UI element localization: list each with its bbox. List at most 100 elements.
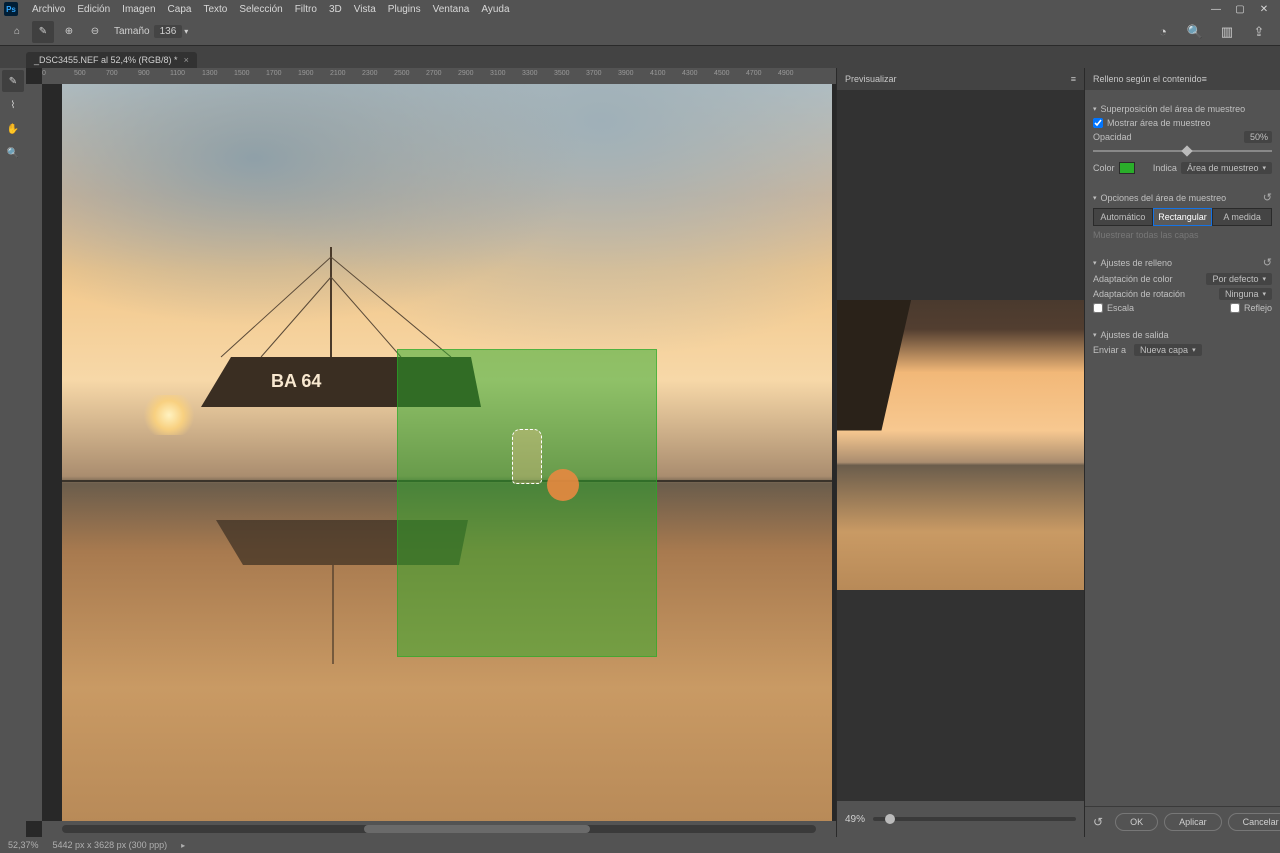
menu-bar: Ps Archivo Edición Imagen Capa Texto Sel… [0,0,1280,18]
tab-close-icon[interactable]: × [184,55,189,65]
sample-all-layers-label: Muestrear todas las capas [1093,230,1272,240]
panel-menu-icon[interactable]: ≡ [1202,74,1207,84]
menu-ayuda[interactable]: Ayuda [475,2,515,17]
svg-text:BA 64: BA 64 [271,371,321,391]
horizontal-scrollbar[interactable] [42,821,836,837]
chevron-down-icon: ▾ [1262,164,1266,172]
brush-cursor [547,469,579,501]
menu-vista[interactable]: Vista [348,2,382,17]
preview-panel-menu-icon[interactable]: ≡ [1071,74,1076,84]
ruler-horizontal: 0500700900110013001500170019002100230025… [42,68,836,84]
size-label: Tamaño [114,26,150,37]
menu-texto[interactable]: Texto [197,2,233,17]
menu-plugins[interactable]: Plugins [382,2,427,17]
panel-footer: ↺ OK Aplicar Cancelar [1085,806,1280,837]
overlay-color-swatch[interactable] [1119,162,1135,174]
sampling-rect-button[interactable]: Rectangular [1153,208,1213,226]
section-overlay[interactable]: ▾ Superposición del área de muestreo [1093,104,1272,114]
status-menu-icon[interactable]: ▸ [181,841,185,850]
sampling-custom-button[interactable]: A medida [1212,208,1272,226]
reset-sampling-icon[interactable]: ↺ [1263,191,1272,204]
apply-button[interactable]: Aplicar [1164,813,1222,831]
send-to-label: Enviar a [1093,345,1126,355]
menu-ventana[interactable]: Ventana [427,2,476,17]
document-tab[interactable]: _DSC3455.NEF al 52,4% (RGB/8) * × [26,52,197,68]
preview-zoom-value[interactable]: 49% [845,814,865,825]
section-fill-settings[interactable]: ▾ Ajustes de relleno ↺ [1093,256,1272,269]
size-dropdown-icon[interactable]: ▾ [184,27,188,36]
color-adapt-dropdown[interactable]: Por defecto ▾ [1206,273,1272,285]
rotation-adapt-dropdown[interactable]: Ninguna ▾ [1219,288,1272,300]
zoom-tool[interactable]: 🔍 [2,142,24,164]
menu-3d[interactable]: 3D [323,2,348,17]
workspace-icon[interactable]: ▥ [1216,21,1238,43]
color-adapt-label: Adaptación de color [1093,274,1173,284]
preview-panel: Previsualizar ≡ 49% [836,68,1084,837]
add-to-sample-icon[interactable]: ⊕ [58,21,80,43]
size-value[interactable]: 136 [154,25,183,38]
canvas[interactable]: BA 64 [42,84,836,837]
opacity-value[interactable]: 50% [1244,131,1272,143]
ok-button[interactable]: OK [1115,813,1158,831]
minimize-button[interactable]: — [1204,4,1228,15]
chevron-down-icon: ▾ [1262,290,1266,298]
options-bar: ⌂ ✎ ⊕ ⊖ Tamaño 136 ▾ ◔ 🔍 ▥ ⇪ [0,18,1280,46]
sampling-brush-tool[interactable]: ✎ [2,70,24,92]
document-tab-title: _DSC3455.NEF al 52,4% (RGB/8) * [34,55,178,65]
show-sampling-checkbox[interactable] [1093,118,1103,128]
menu-capa[interactable]: Capa [162,2,198,17]
chevron-down-icon: ▾ [1093,194,1097,202]
reset-fill-icon[interactable]: ↺ [1263,256,1272,269]
maximize-button[interactable]: ▢ [1228,4,1252,15]
close-button[interactable]: ✕ [1252,4,1276,15]
chevron-down-icon: ▾ [1093,331,1097,339]
status-zoom[interactable]: 52,37% [8,840,39,850]
scale-label: Escala [1107,303,1134,313]
sampling-area-overlay [397,349,657,657]
content-aware-fill-panel: Relleno según el contenido ≡ ▾ Superposi… [1084,68,1280,837]
preview-zoom-slider[interactable] [873,817,1076,821]
menu-imagen[interactable]: Imagen [116,2,161,17]
status-bar: 52,37% 5442 px x 3628 px (300 ppp) ▸ [0,837,1280,853]
ruler-vertical [26,84,42,821]
hand-tool[interactable]: ✋ [2,118,24,140]
share-icon[interactable]: ⇪ [1248,21,1270,43]
section-output[interactable]: ▾ Ajustes de salida [1093,330,1272,340]
chevron-down-icon: ▾ [1093,105,1097,113]
sampling-mode-group: Automático Rectangular A medida [1093,208,1272,226]
menu-archivo[interactable]: Archivo [26,2,71,17]
section-sampling-options[interactable]: ▾ Opciones del área de muestreo ↺ [1093,191,1272,204]
sampling-auto-button[interactable]: Automático [1093,208,1153,226]
color-label: Color [1093,163,1115,173]
cancel-button[interactable]: Cancelar [1228,813,1280,831]
subtract-from-sample-icon[interactable]: ⊖ [84,21,106,43]
status-dimensions: 5442 px x 3628 px (300 ppp) [53,840,168,850]
indicates-dropdown[interactable]: Área de muestreo ▾ [1181,162,1272,174]
panel-title: Relleno según el contenido [1093,74,1202,84]
chevron-down-icon: ▾ [1093,259,1097,267]
fill-selection [512,429,542,484]
opacity-label: Opacidad [1093,132,1132,142]
brush-tool-icon[interactable]: ✎ [32,21,54,43]
send-to-dropdown[interactable]: Nueva capa ▾ [1134,344,1202,356]
opacity-slider[interactable] [1093,146,1272,156]
menu-seleccion[interactable]: Selección [233,2,288,17]
preview-panel-title: Previsualizar [845,74,897,84]
chevron-down-icon: ▾ [1262,275,1266,283]
menu-edicion[interactable]: Edición [71,2,116,17]
rotation-adapt-label: Adaptación de rotación [1093,289,1185,299]
menu-filtro[interactable]: Filtro [289,2,323,17]
home-icon[interactable]: ⌂ [6,21,28,43]
indicates-label: Indica [1153,163,1177,173]
canvas-area: 0500700900110013001500170019002100230025… [26,68,836,837]
preview-viewport[interactable] [837,90,1084,801]
reset-all-icon[interactable]: ↺ [1093,815,1103,829]
mirror-checkbox[interactable] [1230,303,1240,313]
cloud-docs-icon[interactable]: ◔ [1152,21,1174,43]
document-tab-bar: _DSC3455.NEF al 52,4% (RGB/8) * × [0,46,1280,68]
scale-checkbox[interactable] [1093,303,1103,313]
search-icon[interactable]: 🔍 [1184,21,1206,43]
show-sampling-label: Mostrar área de muestreo [1107,118,1211,128]
left-toolbar: ✎ ⌇ ✋ 🔍 [0,68,26,837]
lasso-tool[interactable]: ⌇ [2,94,24,116]
